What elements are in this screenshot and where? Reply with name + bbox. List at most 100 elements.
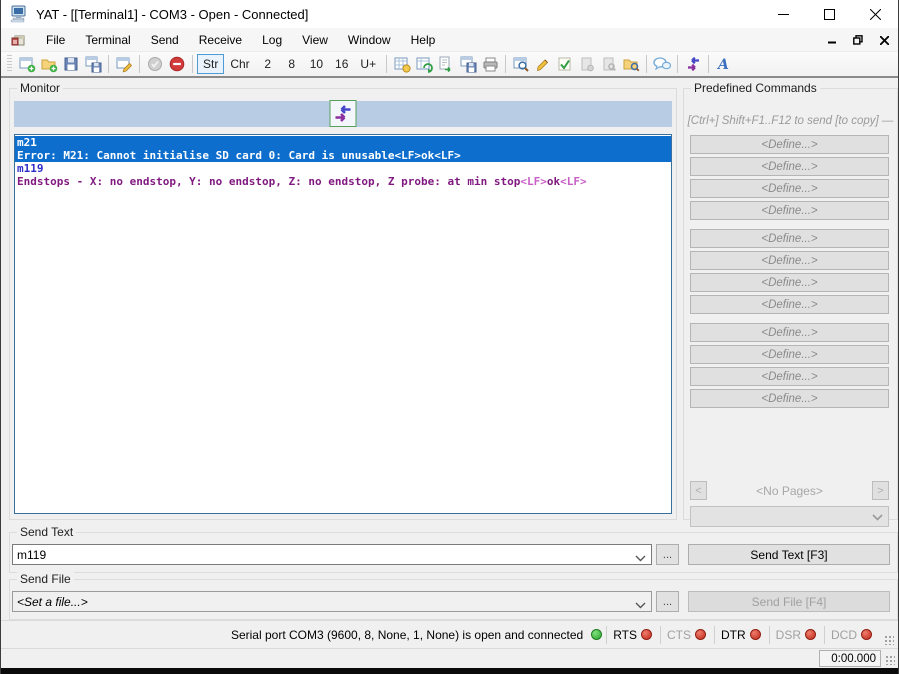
toolbar-separator — [708, 55, 710, 73]
menu-help[interactable]: Help — [401, 29, 446, 51]
new-terminal-icon[interactable] — [16, 53, 38, 75]
auto-response-icon[interactable] — [651, 53, 673, 75]
main-status-bar: 0:00.000 — [1, 648, 898, 668]
radix-10[interactable]: 10 — [304, 54, 329, 74]
window-bottom-border — [1, 668, 898, 674]
radix-chr[interactable]: Chr — [224, 54, 255, 74]
monitor-line[interactable]: Endstops - X: no endstop, Y: no endstop,… — [17, 175, 669, 188]
no-pages-label: <No Pages> — [756, 483, 823, 498]
signal-indicators: RTS CTS DTR DSR DCD — [604, 625, 878, 644]
define-command-button[interactable]: <Define...> — [690, 389, 889, 408]
menu-send[interactable]: Send — [141, 29, 189, 51]
save-monitor-icon[interactable] — [457, 53, 479, 75]
define-command-button[interactable]: <Define...> — [690, 229, 889, 248]
monitor-line[interactable]: m21 — [15, 136, 671, 149]
monitor-segment: Endstops - X: no endstop, Y: no endstop,… — [17, 175, 521, 188]
monitor-segment: <LF> — [434, 149, 461, 162]
log-folder-icon[interactable] — [620, 53, 642, 75]
send-text-label: Send Text — [17, 525, 77, 539]
monitor-line[interactable]: Error: M21: Cannot initialise SD card 0:… — [15, 149, 671, 162]
send-text-input[interactable]: m119 — [12, 544, 652, 565]
print-monitor-icon[interactable] — [479, 53, 501, 75]
define-command-button[interactable]: <Define...> — [690, 135, 889, 154]
edit-pencil-icon[interactable] — [532, 53, 554, 75]
chevron-down-icon — [872, 510, 883, 524]
svg-text:A: A — [716, 57, 729, 72]
mdi-close-button[interactable] — [876, 33, 892, 47]
send-text-more-button[interactable]: ... — [656, 544, 679, 565]
define-command-button[interactable]: <Define...> — [690, 179, 889, 198]
signal-cts[interactable]: CTS — [659, 625, 712, 644]
send-predefined-icon[interactable] — [435, 53, 457, 75]
define-command-button[interactable]: <Define...> — [690, 345, 889, 364]
radix-16[interactable]: 16 — [329, 54, 354, 74]
resize-grip[interactable] — [885, 655, 895, 665]
send-file-button: Send File [F4] — [688, 591, 890, 612]
bidir-arrows-icon — [329, 100, 357, 127]
monitor-line[interactable]: m119 — [17, 162, 669, 175]
define-command-button[interactable]: <Define...> — [690, 273, 889, 292]
menu-view[interactable]: View — [292, 29, 338, 51]
chevron-down-icon[interactable] — [635, 551, 646, 565]
menu-log[interactable]: Log — [252, 29, 292, 51]
send-text-button[interactable]: Send Text [F3] — [688, 544, 890, 565]
signal-dtr[interactable]: DTR — [713, 625, 767, 644]
send-file-input[interactable]: <Set a file...> — [12, 591, 652, 612]
find-icon[interactable] — [510, 53, 532, 75]
predefined-hint: [Ctrl+] Shift+F1..F12 to send [to copy] … — [687, 115, 894, 127]
open-terminal-icon[interactable] — [38, 53, 60, 75]
terminal-settings-icon[interactable] — [113, 53, 135, 75]
page-select-dropdown[interactable] — [690, 506, 889, 527]
mdi-minimize-button[interactable] — [824, 33, 840, 47]
define-command-button[interactable]: <Define...> — [690, 157, 889, 176]
prev-page-button[interactable]: < — [690, 481, 707, 500]
menu-window[interactable]: Window — [338, 29, 401, 51]
radix-2[interactable]: 2 — [256, 54, 280, 74]
radix-u+[interactable]: U+ — [354, 54, 382, 74]
signal-rts[interactable]: RTS — [606, 625, 658, 644]
menu-terminal[interactable]: Terminal — [75, 29, 140, 51]
refresh-icon[interactable] — [413, 53, 435, 75]
close-button[interactable] — [852, 0, 898, 28]
toolbar-grip[interactable] — [7, 55, 12, 73]
monitor-text-area[interactable]: m21 Error: M21: Cannot initialise SD card… — [14, 134, 672, 514]
signal-dcd[interactable]: DCD — [824, 625, 878, 644]
resize-grip[interactable] — [884, 635, 894, 645]
preview-page-icon — [598, 53, 620, 75]
define-command-button[interactable]: <Define...> — [690, 367, 889, 386]
chevron-down-icon[interactable] — [635, 598, 646, 612]
app-terminal-icon — [10, 5, 28, 23]
menu-receive[interactable]: Receive — [189, 29, 252, 51]
stop-terminal-icon[interactable] — [166, 53, 188, 75]
monitor-segment: m21 — [17, 136, 37, 149]
next-page-button[interactable]: > — [872, 481, 889, 500]
font-format-icon[interactable]: A — [713, 53, 735, 75]
signal-dsr[interactable]: DSR — [768, 625, 822, 644]
edit-check-icon[interactable] — [554, 53, 576, 75]
signal-dot-icon — [640, 629, 652, 640]
monitor-segment: <LF> — [520, 175, 547, 188]
send-file-more-button[interactable]: ... — [656, 591, 679, 612]
save-workspace-icon[interactable] — [82, 53, 104, 75]
define-command-button[interactable]: <Define...> — [690, 251, 889, 270]
send-file-label: Send File — [17, 572, 74, 586]
monitor-segment: <LF> — [560, 175, 587, 188]
signal-dot-icon — [694, 629, 706, 640]
save-terminal-icon[interactable] — [60, 53, 82, 75]
define-command-button[interactable]: <Define...> — [690, 323, 889, 342]
menu-items: File Terminal Send Receive Log View Window Help — [36, 29, 445, 51]
menu-bar: File Terminal Send Receive Log View Window Help — [1, 28, 898, 52]
minimize-button[interactable] — [760, 0, 806, 28]
toolbar-separator — [192, 55, 193, 73]
define-command-button[interactable]: <Define...> — [690, 201, 889, 220]
radix-str[interactable]: Str — [197, 54, 225, 74]
mdi-restore-button[interactable] — [850, 33, 866, 47]
monitor-direction-bar — [14, 100, 672, 127]
monitor-segment: <LF> — [394, 149, 422, 162]
define-command-button[interactable]: <Define...> — [690, 295, 889, 314]
menu-file[interactable]: File — [36, 29, 75, 51]
radix-8[interactable]: 8 — [280, 54, 304, 74]
maximize-button[interactable] — [806, 0, 852, 28]
send-arrows-icon[interactable] — [682, 53, 704, 75]
format-settings-icon[interactable] — [391, 53, 413, 75]
